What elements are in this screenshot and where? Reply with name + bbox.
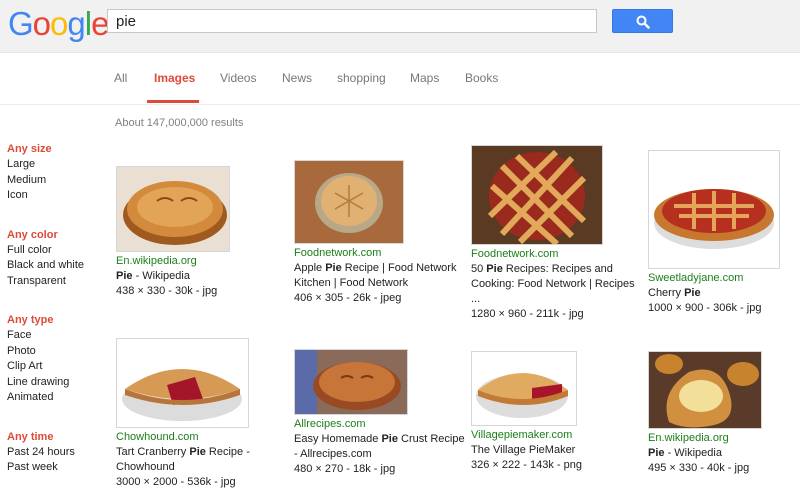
image-result[interactable]: Sweetladyjane.com Cherry Pie 1000 × 900 … [648,150,780,316]
result-meta: 3000 × 2000 - 536k - jpg [116,476,236,488]
search-button[interactable] [612,9,673,33]
logo-letter: o [50,5,68,42]
filter-sidebar: Any size Large Medium Icon Any color Ful… [7,141,84,499]
pie-image [117,339,248,427]
tab-images[interactable]: Images [154,71,195,85]
pie-image [295,350,407,414]
filter-group-size: Any size Large Medium Icon [7,141,84,204]
search-tabs: All Images Videos News shopping Maps Boo… [0,53,800,105]
result-title[interactable]: Cherry Pie [648,286,780,301]
result-meta: 480 × 270 - 18k - jpg [294,463,396,475]
result-title[interactable]: Apple Pie Recipe | Food Network Kitchen |… [294,261,456,291]
result-title[interactable]: 50 Pie Recipes: Recipes and Cooking: Food… [471,262,635,307]
filter-any-time[interactable]: Any time [7,429,84,445]
result-meta: 326 × 222 - 143k - png [471,459,582,471]
results-count: About 147,000,000 results [115,117,244,129]
pie-image [295,161,403,243]
pie-image [649,151,779,268]
result-thumbnail[interactable] [294,349,408,415]
filter-large[interactable]: Large [7,157,84,173]
filter-group-time: Any time Past 24 hours Past week [7,429,84,476]
search-input[interactable]: pie [107,9,597,33]
filter-any-type[interactable]: Any type [7,312,84,328]
pie-image [472,352,576,425]
image-result[interactable]: En.wikipedia.org Pie - Wikipedia 438 × 3… [116,166,230,299]
logo-letter: G [8,5,34,42]
tab-shopping[interactable]: shopping [337,71,386,85]
image-result[interactable]: Foodnetwork.com 50 Pie Recipes: Recipes … [471,145,635,322]
result-title[interactable]: Tart Cranberry Pie Recipe - Chowhound [116,445,250,475]
tab-videos[interactable]: Videos [220,71,256,85]
active-tab-indicator [147,100,199,103]
search-icon [636,15,650,29]
result-thumbnail[interactable] [116,338,249,428]
result-title[interactable]: Pie - Wikipedia [116,269,230,284]
result-title[interactable]: Pie - Wikipedia [648,446,762,461]
filter-any-size[interactable]: Any size [7,141,84,157]
filter-animated[interactable]: Animated [7,390,84,406]
result-source[interactable]: Sweetladyjane.com [648,271,780,286]
filter-group-type: Any type Face Photo Clip Art Line drawin… [7,312,84,406]
filter-transparent[interactable]: Transparent [7,274,84,290]
result-source[interactable]: Foodnetwork.com [294,246,456,261]
result-thumbnail[interactable] [294,160,404,244]
result-source[interactable]: En.wikipedia.org [116,254,230,269]
filter-icon[interactable]: Icon [7,188,84,204]
image-result[interactable]: Allrecipes.com Easy Homemade Pie Crust R… [294,349,465,477]
result-meta: 495 × 330 - 40k - jpg [648,462,750,474]
result-thumbnail[interactable] [648,351,762,429]
result-title[interactable]: The Village PieMaker [471,443,582,458]
logo-letter: e [91,5,109,42]
filter-any-color[interactable]: Any color [7,227,84,243]
result-source[interactable]: Allrecipes.com [294,417,465,432]
tab-news[interactable]: News [282,71,312,85]
tab-maps[interactable]: Maps [410,71,439,85]
filter-photo[interactable]: Photo [7,344,84,360]
pie-image [117,167,229,251]
pie-image [649,352,761,428]
result-source[interactable]: En.wikipedia.org [648,431,762,446]
result-thumbnail[interactable] [116,166,230,252]
filter-clip-art[interactable]: Clip Art [7,359,84,375]
result-meta: 406 × 305 - 26k - jpeg [294,292,402,304]
result-thumbnail[interactable] [471,145,603,245]
filter-past-week[interactable]: Past week [7,460,84,476]
tab-all[interactable]: All [114,71,127,85]
filter-past-24-hours[interactable]: Past 24 hours [7,445,84,461]
result-source[interactable]: Chowhound.com [116,430,250,445]
filter-black-and-white[interactable]: Black and white [7,258,84,274]
google-logo[interactable]: Google [8,5,109,42]
result-source[interactable]: Villagepiemaker.com [471,428,582,443]
result-thumbnail[interactable] [471,351,577,426]
result-source[interactable]: Foodnetwork.com [471,247,635,262]
filter-medium[interactable]: Medium [7,173,84,189]
top-bar: Google pie [0,0,800,53]
tab-books[interactable]: Books [465,71,498,85]
filter-full-color[interactable]: Full color [7,243,84,259]
logo-letter: g [67,5,85,42]
filter-line-drawing[interactable]: Line drawing [7,375,84,391]
result-meta: 438 × 330 - 30k - jpg [116,285,218,297]
image-result[interactable]: Foodnetwork.com Apple Pie Recipe | Food … [294,160,456,306]
result-meta: 1000 × 900 - 306k - jpg [648,302,762,314]
filter-group-color: Any color Full color Black and white Tra… [7,227,84,290]
image-result[interactable]: Chowhound.com Tart Cranberry Pie Recipe … [116,338,250,490]
image-result[interactable]: En.wikipedia.org Pie - Wikipedia 495 × 3… [648,351,762,476]
pie-image [472,146,602,244]
result-thumbnail[interactable] [648,150,780,269]
logo-letter: o [32,5,51,42]
result-meta: 1280 × 960 - 211k - jpg [471,308,584,320]
filter-face[interactable]: Face [7,328,84,344]
result-title[interactable]: Easy Homemade Pie Crust Recipe - Allrecip… [294,432,465,462]
image-result[interactable]: Villagepiemaker.com The Village PieMaker… [471,351,582,473]
